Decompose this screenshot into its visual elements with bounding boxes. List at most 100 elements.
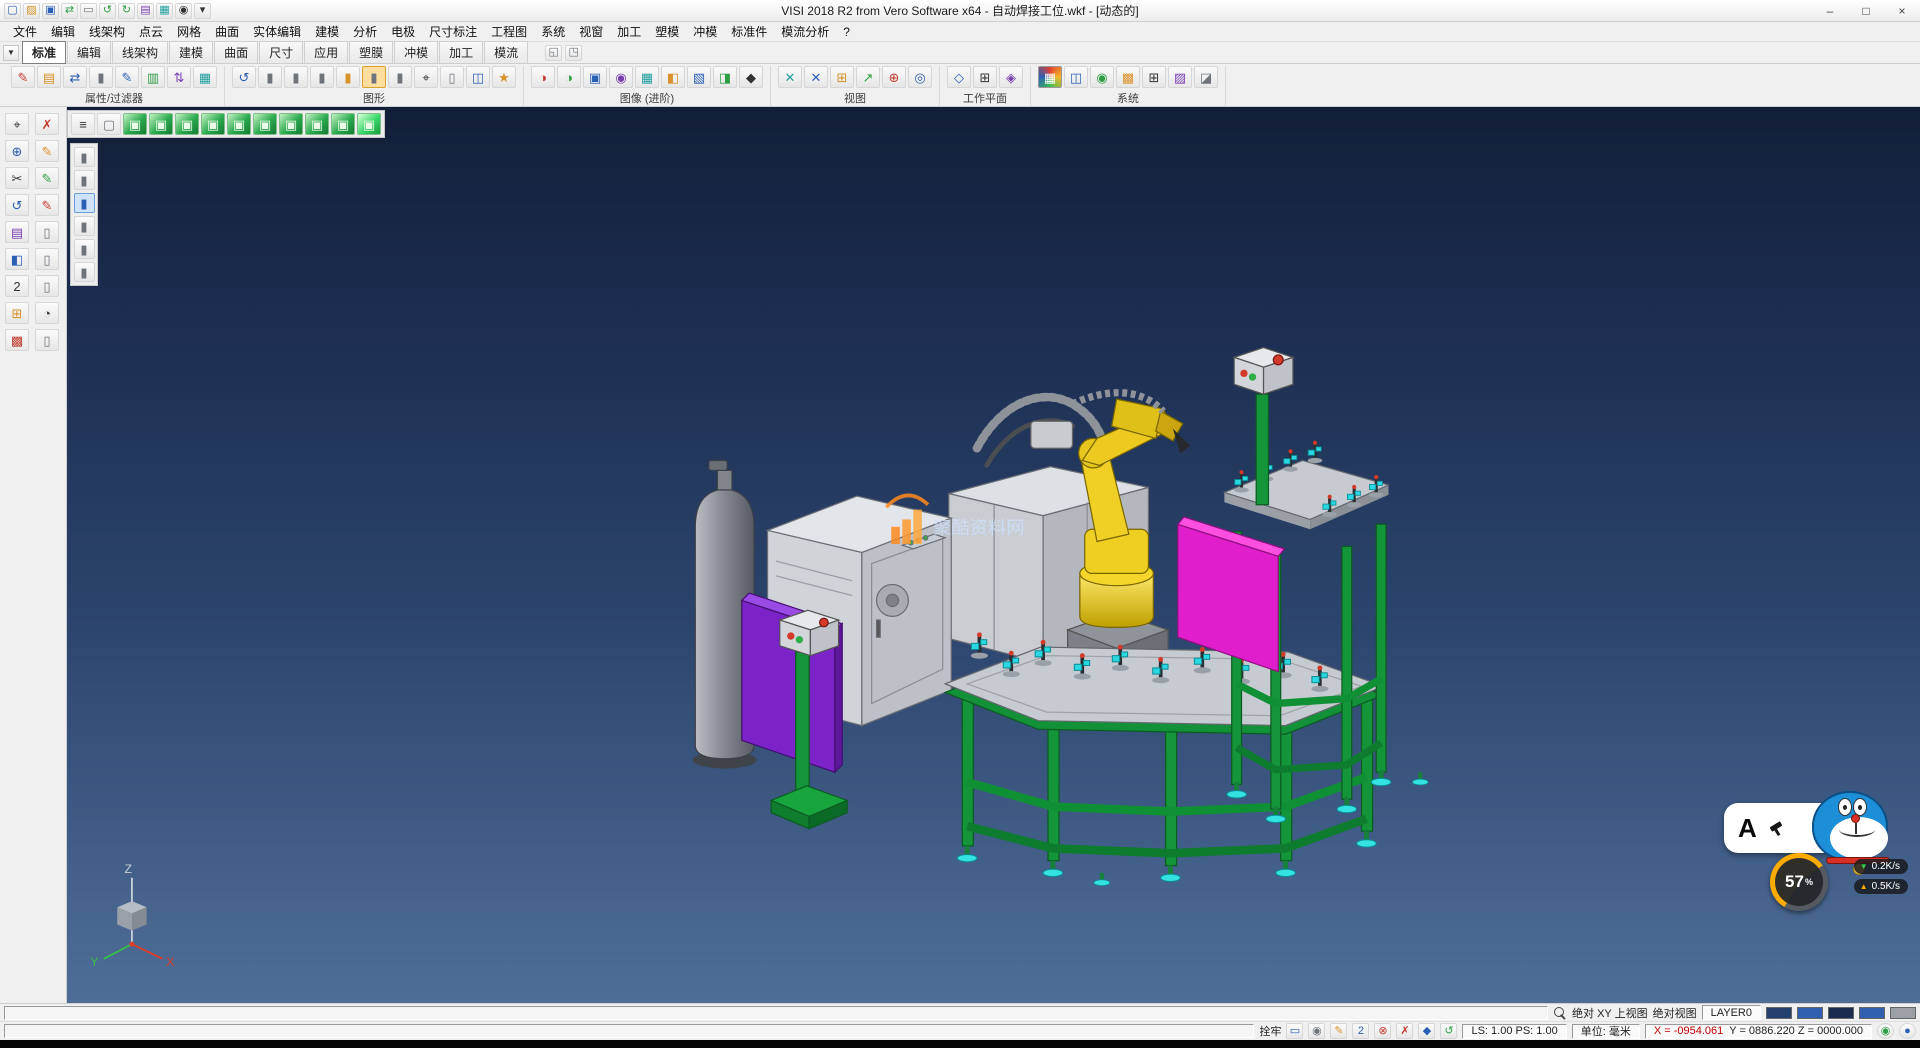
bottom-view-icon[interactable]: ▣ [279,113,303,135]
menu-item[interactable]: 编辑 [44,21,82,42]
edit-surface-icon[interactable]: ✎ [35,194,59,216]
filter-wireframe-icon[interactable]: ▮ [74,147,95,167]
menu-item[interactable]: 实体编辑 [246,21,308,42]
redo-icon[interactable]: ↻ [118,3,135,19]
dynamic-view-icon[interactable]: ▣ [357,113,381,135]
menu-item[interactable]: ? [836,23,857,41]
two-point-icon[interactable]: 2 [1352,1023,1369,1039]
hatch-icon[interactable]: ▩ [1116,66,1140,88]
menu-item[interactable]: 塑模 [648,21,686,42]
doraemon-widget[interactable]: A 57% [1724,795,1908,915]
right-view-icon[interactable]: ▣ [201,113,225,135]
annotate-icon[interactable]: ✎ [1330,1023,1347,1039]
status-sphere-icon[interactable]: ● [1899,1023,1916,1039]
print-icon[interactable]: ▭ [80,3,97,19]
edit-geometry-icon[interactable]: ✎ [35,140,59,162]
toolbar-tab[interactable]: 应用 [304,41,348,64]
dynamic-pan-icon[interactable]: ✕ [804,66,828,88]
texture-icon[interactable]: ▦ [635,66,659,88]
camera-icon[interactable]: ◉ [609,66,633,88]
welding-table[interactable] [945,632,1383,881]
menu-item[interactable]: 尺寸标注 [422,21,484,42]
menu-item[interactable]: 线架构 [82,21,132,42]
workplane-icon[interactable]: ◇ [947,66,971,88]
rotate-entity-icon[interactable]: ↺ [5,194,29,216]
workplane-grid-icon[interactable]: ⊞ [973,66,997,88]
settings-icon[interactable]: ◉ [175,3,192,19]
layer-cylinder-icon[interactable]: ▮ [89,66,113,88]
regen-graphics-icon[interactable]: ↺ [232,66,256,88]
close-button[interactable]: × [1884,0,1920,21]
material-icon[interactable]: ◧ [661,66,685,88]
magenta-panel[interactable] [1178,517,1285,672]
abs-view-label[interactable]: 绝对视图 [1653,1005,1697,1021]
break-link-icon[interactable]: ⊗ [1374,1023,1391,1039]
units-indicator[interactable]: 单位: 毫米 [1572,1024,1640,1039]
iso-left-view-icon[interactable]: ▣ [331,113,355,135]
delete-temp-icon[interactable]: ✗ [1396,1023,1413,1039]
filter-points-icon[interactable]: ▮ [74,216,95,236]
tab-dropdown-icon[interactable]: ▼ [3,45,19,61]
menu-item[interactable]: 标准件 [724,21,774,42]
menu-item[interactable]: 冲模 [686,21,724,42]
lock-label[interactable]: 拴牢 [1259,1023,1281,1039]
screen-capture-icon[interactable]: ▭ [1286,1023,1303,1039]
sheet-icon[interactable]: ▯ [35,221,59,243]
layer-indicator[interactable]: LAYER0 [1702,1005,1761,1020]
erase-icon[interactable]: ✗ [35,113,59,135]
swap-attributes-icon[interactable]: ⇄ [63,66,87,88]
menu-item[interactable]: 模流分析 [774,21,836,42]
filter-table-icon[interactable]: ▦ [193,66,217,88]
status-ok-icon[interactable]: ◉ [1877,1023,1894,1039]
menu-item[interactable]: 文件 [6,21,44,42]
toolbar-tab[interactable]: 编辑 [67,41,111,64]
sheet-view-icon[interactable]: ▯ [440,66,464,88]
filter-icon[interactable]: ▥ [141,66,165,88]
render-mode-icon[interactable]: ◉ [1308,1023,1325,1039]
snapshot-icon[interactable]: ▣ [583,66,607,88]
filter-surfaces-icon[interactable]: ▮ [74,170,95,190]
render-red-icon[interactable]: ◑ [531,66,555,88]
color-swatch[interactable] [1797,1007,1823,1019]
toolbar-tab[interactable]: 建模 [169,41,213,64]
zoom-target-icon[interactable]: ⊕ [882,66,906,88]
palette-icon[interactable]: ▩ [5,329,29,351]
maximize-button[interactable]: □ [1848,0,1884,21]
toolbar-tab[interactable]: 模流 [484,41,528,64]
menu-item[interactable]: 加工 [610,21,648,42]
toolbar-tab[interactable]: 尺寸 [259,41,303,64]
stamp-icon[interactable]: ▤ [5,221,29,243]
iso-back-view-icon[interactable]: ▣ [305,113,329,135]
filter-dimensions-icon[interactable]: ▮ [74,239,95,259]
prompt-field[interactable] [4,1006,1548,1020]
menu-item[interactable]: 工程图 [484,21,534,42]
pencil-attributes-icon[interactable]: ✎ [115,66,139,88]
left-view-icon[interactable]: ▣ [227,113,251,135]
trim-icon[interactable]: ✂ [5,167,29,189]
menu-item[interactable]: 系统 [534,21,572,42]
measure-grid-icon[interactable]: ⊞ [5,302,29,324]
edit-attributes-icon[interactable]: ✎ [11,66,35,88]
pin-panel-icon[interactable]: ◱ [545,45,562,61]
grid-icon[interactable]: ▦ [156,3,173,19]
view-sphere-icon[interactable]: ◎ [908,66,932,88]
history-clock-icon[interactable]: ◔ [35,302,59,324]
calculator-icon[interactable]: ⊞ [1142,66,1166,88]
color-swatch[interactable] [1859,1007,1885,1019]
save-icon[interactable]: ▣ [42,3,59,19]
toolbar-tab[interactable]: 加工 [439,41,483,64]
clear-view-icon[interactable]: ▢ [97,113,121,135]
menu-item[interactable]: 网格 [170,21,208,42]
top-view-icon[interactable]: ▣ [149,113,173,135]
percent-ring[interactable]: 57% [1770,853,1828,911]
snap-mode-icon[interactable]: ◆ [1418,1023,1435,1039]
shaded-view-icon[interactable]: ▮ [310,66,334,88]
toolbar-tab[interactable]: 曲面 [214,41,258,64]
menu-item[interactable]: 分析 [346,21,384,42]
sort-filter-icon[interactable]: ⇅ [167,66,191,88]
toolbar-tab[interactable]: 标准 [22,41,66,64]
wireframe-view-icon[interactable]: ▮ [258,66,282,88]
menu-item[interactable]: 电极 [384,21,422,42]
sheet2-icon[interactable]: ▯ [35,248,59,270]
color-swatch[interactable] [1828,1007,1854,1019]
